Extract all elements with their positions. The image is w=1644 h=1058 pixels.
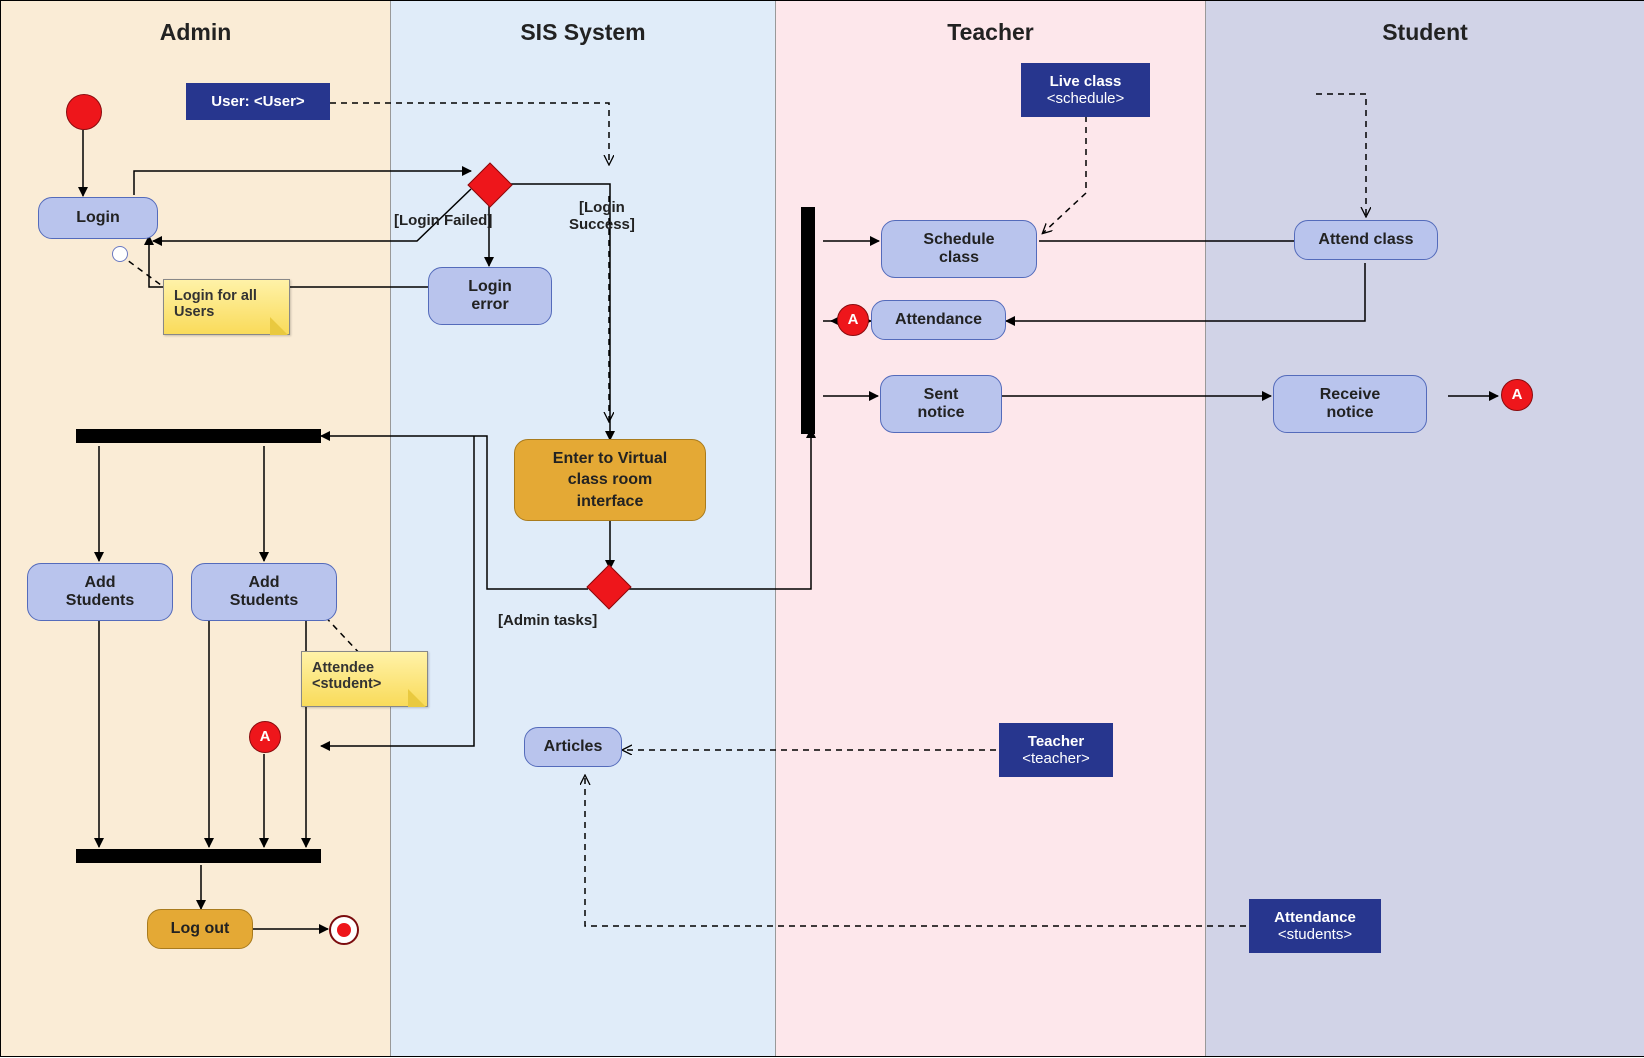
activity-login: Login <box>38 197 158 239</box>
fork-bar-2 <box>801 207 815 434</box>
activity-schedule-class: Schedule class <box>881 220 1037 278</box>
activity-logout: Log out <box>147 909 253 949</box>
connector-a-attendance: A <box>837 304 869 336</box>
lane-admin-header: Admin <box>1 19 390 46</box>
final-node <box>329 915 359 945</box>
connector-a-in: A <box>249 721 281 753</box>
signal-live-class-l2: <schedule> <box>1047 90 1125 107</box>
lane-student-header: Student <box>1206 19 1644 46</box>
signal-attendance-l2: <students> <box>1278 926 1352 943</box>
signal-user: User: <User> <box>186 83 330 120</box>
signal-attendance-l1: Attendance <box>1274 909 1356 926</box>
activity-articles: Articles <box>524 727 622 767</box>
connector-a-receive: A <box>1501 379 1533 411</box>
guard-login-failed: [Login Failed] <box>394 212 492 229</box>
initial-node <box>66 94 102 130</box>
guard-admin-tasks: [Admin tasks] <box>498 612 597 629</box>
activity-enter-vcr: Enter to Virtual class room interface <box>514 439 706 521</box>
signal-teacher-l2: <teacher> <box>1022 750 1090 767</box>
activity-add-students-1: Add Students <box>27 563 173 621</box>
activity-login-error: Login error <box>428 267 552 325</box>
activity-receive-notice: Receive notice <box>1273 375 1427 433</box>
activity-attend-class: Attend class <box>1294 220 1438 260</box>
guard-success-l2: Success] <box>569 216 635 233</box>
signal-teacher-l1: Teacher <box>1028 733 1084 750</box>
signal-teacher: Teacher <teacher> <box>999 723 1113 777</box>
note-attendee-line1: Attendee <box>312 660 374 676</box>
note-attendee-line2: <student> <box>312 676 381 692</box>
activity-sent-notice: Sent notice <box>880 375 1002 433</box>
signal-attendance: Attendance <students> <box>1249 899 1381 953</box>
signal-live-class-l1: Live class <box>1050 73 1122 90</box>
note-attendee-student: Attendee <student> <box>301 651 428 707</box>
activity-attendance: Attendance <box>871 300 1006 340</box>
guard-login-success: [Login Success] <box>569 199 635 233</box>
activity-add-students-2: Add Students <box>191 563 337 621</box>
note-link-login <box>112 246 128 262</box>
signal-live-class: Live class <schedule> <box>1021 63 1150 117</box>
lane-teacher-header: Teacher <box>776 19 1205 46</box>
join-bar <box>76 849 321 863</box>
lane-sis-header: SIS System <box>391 19 775 46</box>
note-login-all-users: Login for all Users <box>163 279 290 335</box>
fork-bar-1 <box>76 429 321 443</box>
guard-success-l1: [Login <box>579 199 625 216</box>
